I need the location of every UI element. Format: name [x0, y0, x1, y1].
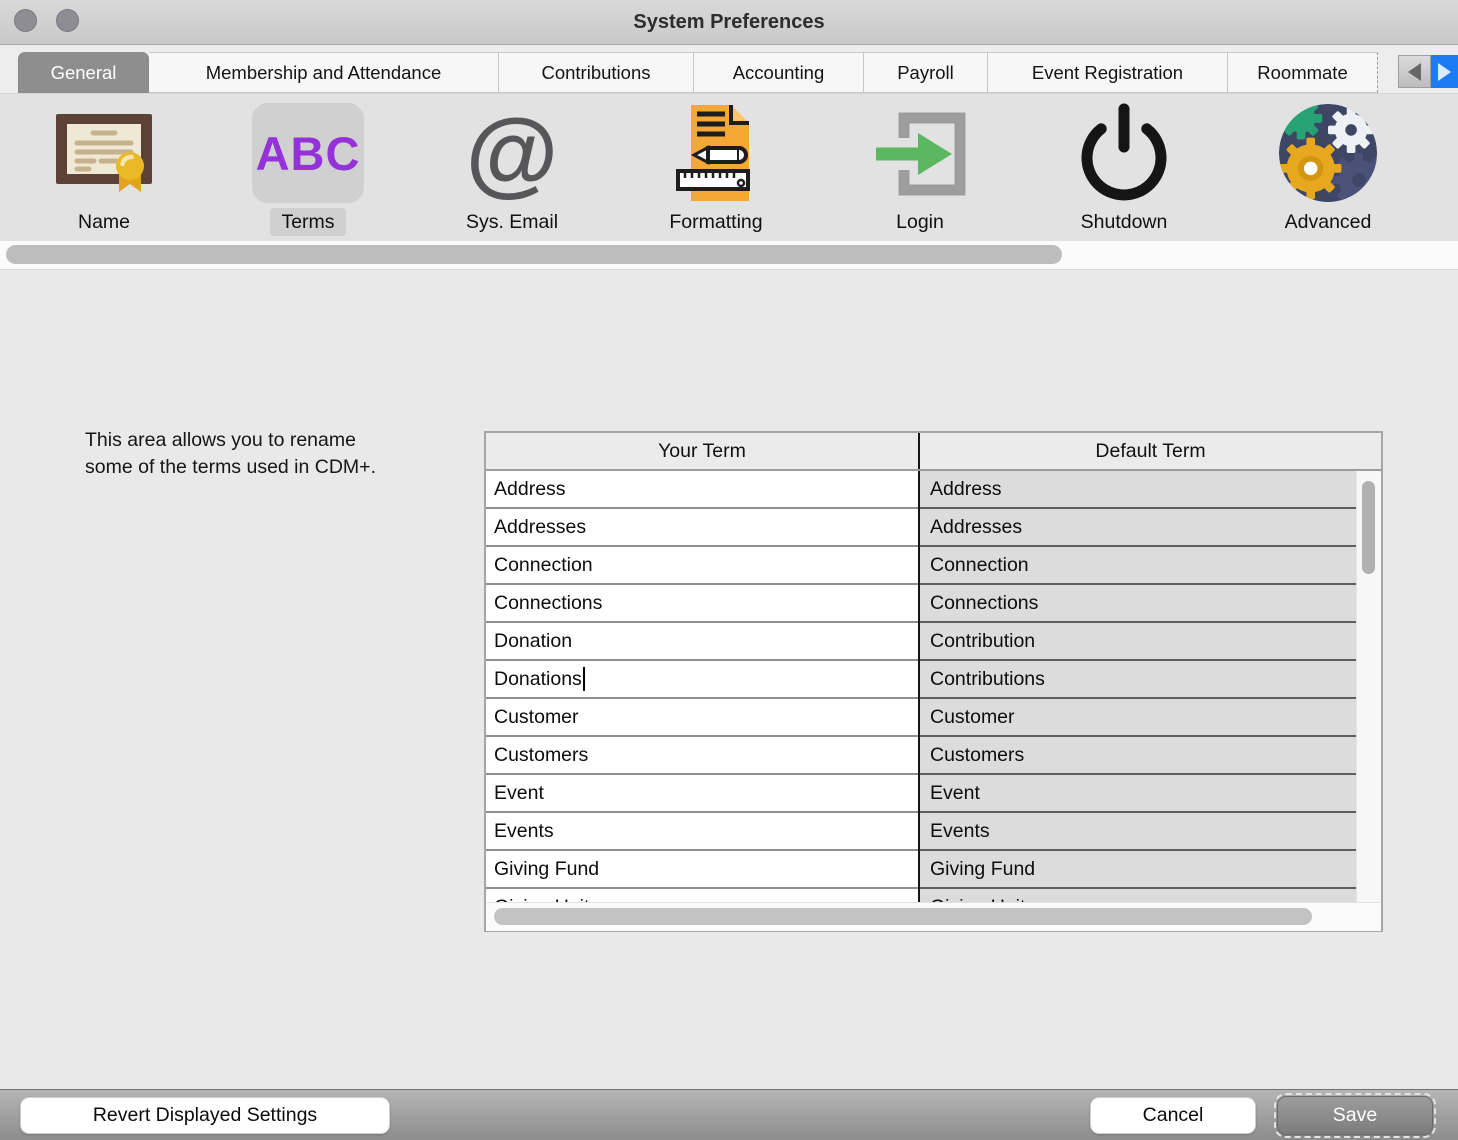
table-header: Your Term Default Term [486, 433, 1381, 471]
table-vertical-scrollbar-thumb[interactable] [1362, 481, 1375, 574]
toolbar-item-terms[interactable]: ABC Terms [223, 94, 393, 241]
cancel-button[interactable]: Cancel [1090, 1097, 1256, 1134]
your-term-cell[interactable]: Event [486, 775, 918, 813]
default-term-cell: Event [920, 775, 1357, 813]
tab-payroll[interactable]: Payroll [864, 52, 988, 93]
table-horizontal-scrollbar[interactable] [486, 902, 1381, 931]
tab-scroll-right-button[interactable] [1431, 55, 1458, 88]
table-row: Giving UnitGiving Unit [486, 889, 1357, 902]
toolbar-item-label: Terms [270, 208, 345, 236]
system-preferences-window: System Preferences GeneralMembership and… [0, 0, 1458, 1140]
left-triangle-icon [1408, 63, 1421, 81]
table-row: AddressAddress [486, 471, 1357, 509]
toolbar-item-shutdown[interactable]: Shutdown [1039, 94, 1209, 241]
toolbar-item-label: Login [885, 208, 955, 236]
table-horizontal-scrollbar-thumb[interactable] [494, 908, 1312, 925]
column-header-your-term: Your Term [486, 433, 918, 469]
default-term-cell: Connection [920, 547, 1357, 585]
table-row: ConnectionsConnections [486, 585, 1357, 623]
tab-scroll-buttons [1398, 55, 1458, 88]
your-term-cell[interactable]: Customers [486, 737, 918, 775]
icon-toolbar: Name ABC Terms @ Sys. Email Formatting Login… [0, 94, 1458, 241]
toolbar-item-label: Shutdown [1070, 208, 1179, 236]
toolbar-item-label: Formatting [658, 208, 773, 236]
table-row: EventEvent [486, 775, 1357, 813]
your-term-cell[interactable]: Giving Unit [486, 889, 918, 902]
login-arrow-icon [864, 103, 976, 203]
default-term-cell: Giving Unit [920, 889, 1357, 902]
table-row: DonationsContributions [486, 661, 1357, 699]
tab-accounting[interactable]: Accounting [694, 52, 864, 93]
tab-contributions[interactable]: Contributions [499, 52, 694, 93]
toolbar-item-sys-email[interactable]: @ Sys. Email [427, 94, 597, 241]
your-term-cell[interactable]: Connections [486, 585, 918, 623]
toolbar-item-login[interactable]: Login [835, 94, 1005, 241]
tab-scroll-left-button[interactable] [1398, 55, 1431, 88]
tab-event-registration[interactable]: Event Registration [988, 52, 1228, 93]
tab-membership-and-attendance[interactable]: Membership and Attendance [149, 52, 499, 93]
toolbar-item-label: Sys. Email [455, 208, 569, 236]
toolbar-item-advanced[interactable]: Advanced [1243, 94, 1413, 241]
at-icon: @ [456, 103, 568, 203]
minimize-button[interactable] [56, 9, 79, 32]
toolbar-item-label: Advanced [1274, 208, 1383, 236]
default-term-cell: Customer [920, 699, 1357, 737]
table-vertical-scrollbar[interactable] [1356, 471, 1381, 902]
your-term-cell[interactable]: Donation [486, 623, 918, 661]
table-row: ConnectionConnection [486, 547, 1357, 585]
table-row: CustomerCustomer [486, 699, 1357, 737]
description-text: This area allows you to rename some of t… [85, 427, 376, 480]
table-row: CustomersCustomers [486, 737, 1357, 775]
window-controls [14, 9, 79, 32]
power-icon [1068, 103, 1180, 203]
tab-bar: GeneralMembership and AttendanceContribu… [0, 45, 1458, 94]
your-term-cell[interactable]: Events [486, 813, 918, 851]
title-bar: System Preferences [0, 0, 1458, 45]
table-row: DonationContribution [486, 623, 1357, 661]
tab-general[interactable]: General [18, 52, 149, 93]
your-term-cell[interactable]: Donations [486, 661, 918, 699]
your-term-cell[interactable]: Connection [486, 547, 918, 585]
toolbar-scrollbar-thumb[interactable] [6, 245, 1062, 264]
default-term-cell: Address [920, 471, 1357, 509]
document-ruler-icon [660, 103, 772, 203]
toolbar-item-label: Name [67, 208, 141, 236]
toolbar-item-formatting[interactable]: Formatting [631, 94, 801, 241]
window-title: System Preferences [0, 0, 1458, 44]
toolbar-scrollbar[interactable] [0, 241, 1458, 270]
default-term-cell: Contribution [920, 623, 1357, 661]
default-term-cell: Giving Fund [920, 851, 1357, 889]
table-row: Giving FundGiving Fund [486, 851, 1357, 889]
table-row: AddressesAddresses [486, 509, 1357, 547]
tab-roommate[interactable]: Roommate [1228, 52, 1378, 93]
table-row: EventsEvents [486, 813, 1357, 851]
table-body: AddressAddressAddressesAddressesConnecti… [486, 471, 1381, 902]
save-button[interactable]: Save [1277, 1096, 1433, 1135]
default-term-cell: Addresses [920, 509, 1357, 547]
footer-bar: Revert Displayed Settings Cancel Save [0, 1089, 1458, 1140]
column-header-default-term: Default Term [920, 433, 1381, 469]
default-term-cell: Contributions [920, 661, 1357, 699]
gears-icon [1272, 103, 1384, 203]
your-term-cell[interactable]: Giving Fund [486, 851, 918, 889]
text-cursor [583, 667, 585, 691]
default-term-cell: Events [920, 813, 1357, 851]
certificate-icon [48, 103, 160, 203]
abc-icon: ABC [252, 103, 364, 203]
terms-table: Your Term Default Term AddressAddressAdd… [484, 431, 1383, 932]
general-pane: This area allows you to rename some of t… [0, 270, 1458, 1091]
your-term-cell[interactable]: Address [486, 471, 918, 509]
close-button[interactable] [14, 9, 37, 32]
your-term-cell[interactable]: Addresses [486, 509, 918, 547]
default-term-cell: Connections [920, 585, 1357, 623]
default-term-cell: Customers [920, 737, 1357, 775]
your-term-cell[interactable]: Customer [486, 699, 918, 737]
toolbar-item-name[interactable]: Name [19, 94, 189, 241]
revert-displayed-settings-button[interactable]: Revert Displayed Settings [20, 1097, 390, 1134]
right-triangle-icon [1438, 63, 1451, 81]
